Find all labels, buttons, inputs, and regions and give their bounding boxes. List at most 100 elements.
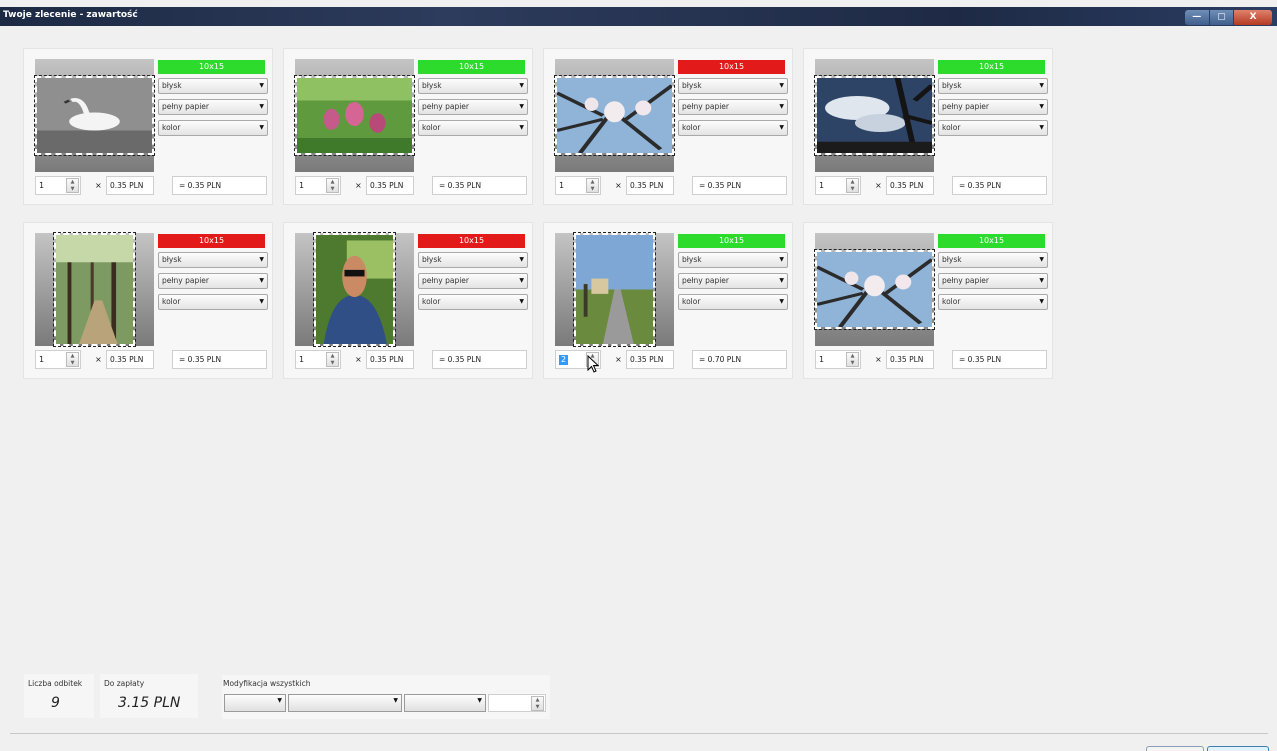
chevron-down-icon: ▼ [277,697,282,704]
cancel-button[interactable] [1146,746,1204,751]
color-mode-select-value: kolor [942,123,961,132]
paper-select[interactable]: pełny papier ▼ [418,273,528,289]
color-mode-select[interactable]: kolor ▼ [678,294,788,310]
photo-thumbnail[interactable] [814,233,935,346]
photo-card: 10x15błysk▼pełny papier▼kolor▼2▲▼×0.35 P… [543,222,793,379]
spin-updown-icon[interactable]: ▲▼ [66,178,79,193]
quantity-stepper[interactable]: 1 ▲ ▼ [35,350,81,369]
photo-thumbnail[interactable] [554,59,675,172]
chevron-down-icon: ▼ [259,256,264,263]
footer-divider [10,733,1268,734]
quantity-stepper[interactable]: 1 ▲ ▼ [815,176,861,195]
mouse-pointer-icon [587,355,600,373]
maximize-button[interactable]: ▢ [1209,10,1235,25]
spin-updown-icon[interactable]: ▲▼ [846,178,859,193]
size-badge: 10x15 [418,60,525,74]
modify-paper-select[interactable]: ▼ [288,694,402,712]
paper-select[interactable]: pełny papier ▼ [938,273,1048,289]
size-badge: 10x15 [678,60,785,74]
multiply-sign: × [615,355,622,364]
quantity-stepper[interactable]: 1 ▲ ▼ [815,350,861,369]
photo-card: 10x15 błysk ▼ pełny papier ▼ kolor ▼ 1 ▲ ▼ × 0.35 P… [803,222,1053,379]
finish-select[interactable]: błysk ▼ [158,252,268,268]
finish-select-value: błysk [682,255,702,264]
line-total-field: = 0.35 PLN [172,350,267,369]
finish-select[interactable]: błysk ▼ [158,78,268,94]
color-mode-select-value: kolor [942,297,961,306]
finish-select[interactable]: błysk ▼ [678,78,788,94]
chevron-down-icon: ▼ [779,277,784,284]
color-mode-select[interactable]: kolor ▼ [158,120,268,136]
paper-select[interactable]: pełny papier ▼ [158,273,268,289]
photo-thumbnail[interactable] [555,232,674,347]
chevron-down-icon: ▼ [1039,82,1044,89]
color-mode-select[interactable]: kolor ▼ [678,120,788,136]
finish-select[interactable]: błysk ▼ [418,78,528,94]
size-badge: 10x15 [418,234,525,248]
unit-price-field: 0.35 PLN [626,176,674,195]
ok-button[interactable] [1207,746,1269,751]
chevron-down-icon: ▼ [259,277,264,284]
color-mode-select[interactable]: kolor ▼ [418,294,528,310]
photo-thumbnail[interactable] [294,59,415,172]
chevron-down-icon: ▼ [519,298,524,305]
modify-finish-select[interactable]: ▼ [224,694,286,712]
multiply-sign: × [95,355,102,364]
modify-color-select[interactable]: ▼ [404,694,486,712]
amount-due-label: Do zapłaty [104,679,145,688]
finish-select[interactable]: błysk ▼ [938,252,1048,268]
spin-updown-icon[interactable]: ▲▼ [846,352,859,367]
photo-thumbnail[interactable] [814,59,935,172]
quantity-stepper[interactable]: 1 ▲ ▼ [295,350,341,369]
spin-updown-icon[interactable]: ▲▼ [326,352,339,367]
quantity-value: 2 [559,355,569,365]
finish-select[interactable]: błysk ▼ [678,252,788,268]
color-mode-select[interactable]: kolor ▼ [158,294,268,310]
chevron-down-icon: ▼ [779,256,784,263]
color-mode-select[interactable]: kolor ▼ [938,120,1048,136]
paper-select[interactable]: pełny papier ▼ [418,99,528,115]
chevron-down-icon: ▼ [779,124,784,131]
photo-card: 10x15 błysk ▼ pełny papier ▼ kolor ▼ 1 ▲ ▼ × 0.35 P… [23,222,273,379]
paper-select[interactable]: pełny papier ▼ [678,99,788,115]
modify-all-box: Modyfikacja wszystkich ▼ ▼ ▼ ▲ ▼ [222,675,550,719]
minimize-button[interactable]: — [1185,10,1210,25]
photo-thumbnail[interactable] [34,59,155,172]
finish-select-value: błysk [162,81,182,90]
spin-updown-icon[interactable]: ▲▼ [586,178,599,193]
photo-thumbnail[interactable] [35,232,154,347]
unit-price-field: 0.35 PLN [886,350,934,369]
spin-updown-icon[interactable]: ▲▼ [531,696,544,711]
finish-select[interactable]: błysk ▼ [418,252,528,268]
photo-thumbnail[interactable] [295,232,414,347]
photo-image [34,75,155,156]
photo-image [814,249,935,330]
photo-card: 10x15 błysk ▼ pełny papier ▼ kolor ▼ 1 ▲ ▼ × 0.35 P… [283,48,533,205]
paper-select[interactable]: pełny papier ▼ [938,99,1048,115]
chevron-down-icon: ▼ [259,103,264,110]
multiply-sign: × [875,181,882,190]
quantity-stepper[interactable]: 1 ▲ ▼ [555,176,601,195]
photo-card: 10x15 błysk ▼ pełny papier ▼ kolor ▼ 1 ▲ ▼ × 0.35 P… [23,48,273,205]
finish-select-value: błysk [942,255,962,264]
quantity-stepper[interactable]: 1 ▲ ▼ [295,176,341,195]
finish-select[interactable]: błysk ▼ [938,78,1048,94]
paper-select[interactable]: pełny papier ▼ [158,99,268,115]
paper-select-value: pełny papier [162,276,209,285]
quantity-stepper[interactable]: 1 ▲ ▼ [35,176,81,195]
spin-updown-icon[interactable]: ▲▼ [326,178,339,193]
color-mode-select[interactable]: kolor ▼ [938,294,1048,310]
multiply-sign: × [875,355,882,364]
chevron-down-icon: ▼ [1039,124,1044,131]
spin-updown-icon[interactable]: ▲▼ [66,352,79,367]
unit-price-field: 0.35 PLN [366,350,414,369]
line-total-value: 0.35 PLN [967,181,1002,190]
color-mode-select-value: kolor [422,123,441,132]
color-mode-select[interactable]: kolor ▼ [418,120,528,136]
modify-quantity-stepper[interactable]: ▲ ▼ [488,694,546,712]
close-button[interactable]: X [1234,10,1272,25]
chevron-down-icon: ▼ [519,256,524,263]
multiply-sign: × [355,181,362,190]
paper-select[interactable]: pełny papier ▼ [678,273,788,289]
paper-select-value: pełny papier [682,102,729,111]
